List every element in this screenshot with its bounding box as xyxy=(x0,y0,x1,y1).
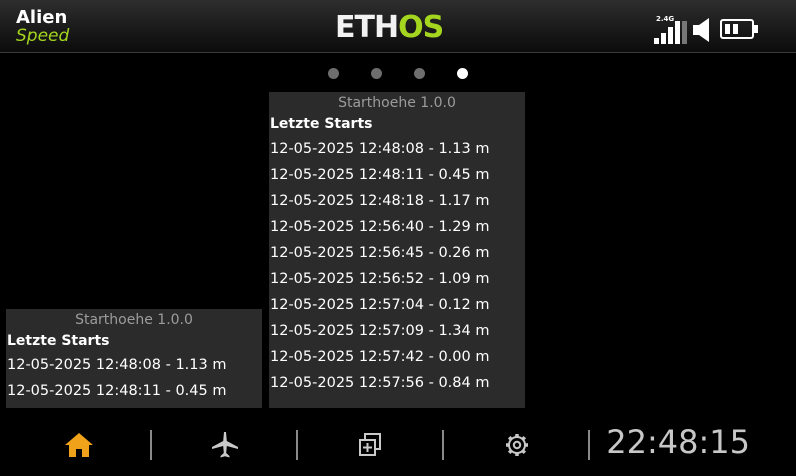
nav-separator xyxy=(296,430,298,460)
system-settings-button[interactable] xyxy=(497,428,537,462)
launch-entry: 12-05-2025 12:48:11 - 0.45 m xyxy=(7,383,227,399)
launch-entry: 12-05-2025 12:57:56 - 0.84 m xyxy=(270,375,490,391)
home-icon xyxy=(65,433,93,457)
launch-entry: 12-05-2025 12:48:08 - 1.13 m xyxy=(270,141,490,157)
page-dot-4-active[interactable] xyxy=(457,68,468,79)
launch-entry: 12-05-2025 12:56:45 - 0.26 m xyxy=(270,245,490,261)
airplane-icon xyxy=(212,432,238,458)
launch-entry: 12-05-2025 12:56:52 - 1.09 m xyxy=(270,271,490,287)
model-name: Alien xyxy=(16,7,68,28)
ethos-logo: ETHOS xyxy=(335,10,444,45)
top-bar: Alien Speed ETHOS 2.4G xyxy=(0,0,796,53)
gear-icon xyxy=(506,434,528,456)
speaker-icon xyxy=(693,18,709,42)
page-dot-3[interactable] xyxy=(414,68,425,79)
launch-entry: 12-05-2025 12:57:04 - 0.12 m xyxy=(270,297,490,313)
nav-separator xyxy=(442,430,444,460)
widget-title: Starthoehe 1.0.0 xyxy=(75,312,193,328)
logo-text-os: OS xyxy=(398,10,444,45)
launch-entry: 12-05-2025 12:57:09 - 1.34 m xyxy=(270,323,490,339)
nav-separator xyxy=(588,430,590,460)
clock-display: 22:48:15 xyxy=(606,423,750,461)
battery-icon xyxy=(720,19,758,39)
page-dot-2[interactable] xyxy=(371,68,382,79)
home-button[interactable] xyxy=(59,428,99,462)
page-indicator xyxy=(322,66,472,80)
status-icons[interactable]: 2.4G xyxy=(654,14,780,44)
launch-list: 12-05-2025 12:48:08 - 1.13 m 12-05-2025 … xyxy=(269,136,525,396)
launch-entry: 12-05-2025 12:48:08 - 1.13 m xyxy=(7,357,227,373)
model-info[interactable]: Alien Speed xyxy=(16,8,69,46)
starthoehe-widget-small[interactable]: Starthoehe 1.0.0 Letzte Starts 12-05-202… xyxy=(6,309,262,408)
signal-strength-icon xyxy=(654,20,690,44)
launch-list: 12-05-2025 12:48:08 - 1.13 m 12-05-2025 … xyxy=(6,352,262,404)
page-dot-1[interactable] xyxy=(328,68,339,79)
logo-text-eth: ETH xyxy=(335,10,399,45)
launch-entry: 12-05-2025 12:57:42 - 0.00 m xyxy=(270,349,490,365)
displays-button[interactable] xyxy=(350,428,390,462)
layers-icon xyxy=(359,433,381,456)
launch-entry: 12-05-2025 12:56:40 - 1.29 m xyxy=(270,219,490,235)
widget-title: Starthoehe 1.0.0 xyxy=(338,95,456,111)
nav-separator xyxy=(150,430,152,460)
widget-subtitle: Letzte Starts xyxy=(270,116,373,132)
launch-entry: 12-05-2025 12:48:11 - 0.45 m xyxy=(270,167,490,183)
launch-entry: 12-05-2025 12:48:18 - 1.17 m xyxy=(270,193,490,209)
starthoehe-widget-large[interactable]: Starthoehe 1.0.0 Letzte Starts 12-05-202… xyxy=(269,92,525,408)
widget-subtitle: Letzte Starts xyxy=(7,333,110,349)
bottom-nav-bar: 22:48:15 xyxy=(0,414,796,476)
model-subtitle: Speed xyxy=(16,26,70,46)
model-setup-button[interactable] xyxy=(205,428,245,462)
